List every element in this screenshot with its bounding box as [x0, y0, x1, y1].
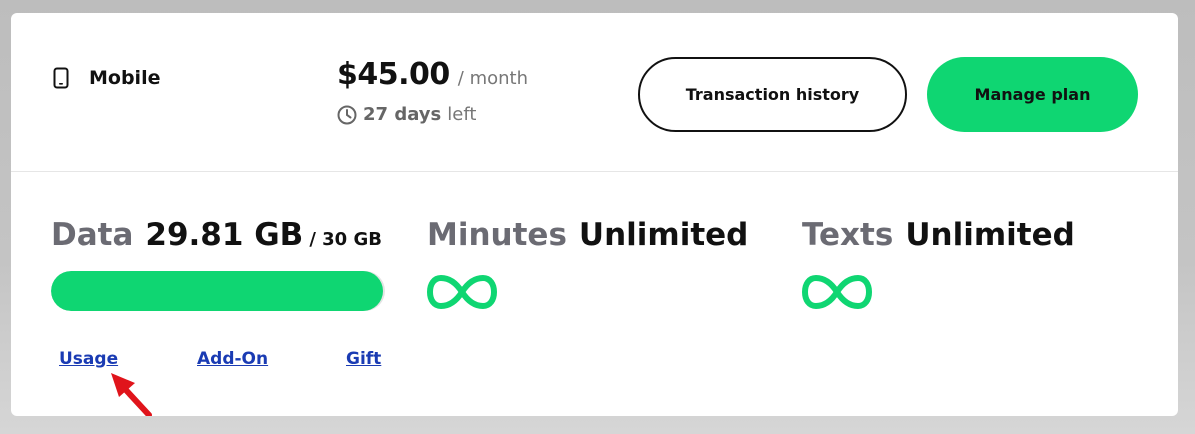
days-left-row: 27 days left	[337, 104, 528, 125]
plan-name-row: Mobile	[53, 67, 160, 89]
infinity-icon	[427, 274, 497, 310]
days-left-count: 27 days	[363, 104, 442, 125]
data-progress-fill	[51, 271, 383, 311]
transaction-history-button[interactable]: Transaction history	[638, 57, 907, 132]
usage-link[interactable]: Usage	[59, 349, 118, 369]
minutes-header: Minutes Unlimited	[427, 217, 748, 253]
data-label: Data	[51, 217, 134, 253]
price-period: / month	[457, 68, 528, 89]
data-used: 29.81 GB	[145, 217, 304, 253]
infinity-icon	[802, 274, 872, 310]
texts-value: Unlimited	[905, 217, 1075, 253]
texts-label: Texts	[802, 217, 894, 253]
clock-icon	[337, 105, 357, 124]
addon-link[interactable]: Add-On	[197, 349, 268, 369]
plan-name: Mobile	[89, 67, 161, 89]
plan-price: $45.00	[337, 57, 450, 92]
gift-link[interactable]: Gift	[346, 349, 381, 369]
price-block: $45.00 / month 27 days left	[337, 57, 528, 125]
annotation-arrow-icon	[111, 373, 152, 416]
data-progress-bar	[51, 271, 385, 311]
plan-summary: Mobile $45.00 / month 27 days left Trans…	[11, 13, 1178, 172]
days-left-suffix: left	[447, 104, 477, 125]
texts-header: Texts Unlimited	[802, 217, 1075, 253]
price-line: $45.00 / month	[337, 57, 528, 92]
data-cap: / 30 GB	[309, 229, 382, 250]
minutes-value: Unlimited	[578, 217, 749, 253]
phone-icon	[53, 67, 69, 89]
minutes-label: Minutes	[427, 217, 567, 253]
section-divider	[11, 171, 1178, 172]
plan-card: Mobile $45.00 / month 27 days left Trans…	[11, 13, 1178, 416]
manage-plan-button[interactable]: Manage plan	[927, 57, 1138, 132]
data-usage-header: Data 29.81 GB / 30 GB	[51, 217, 382, 253]
